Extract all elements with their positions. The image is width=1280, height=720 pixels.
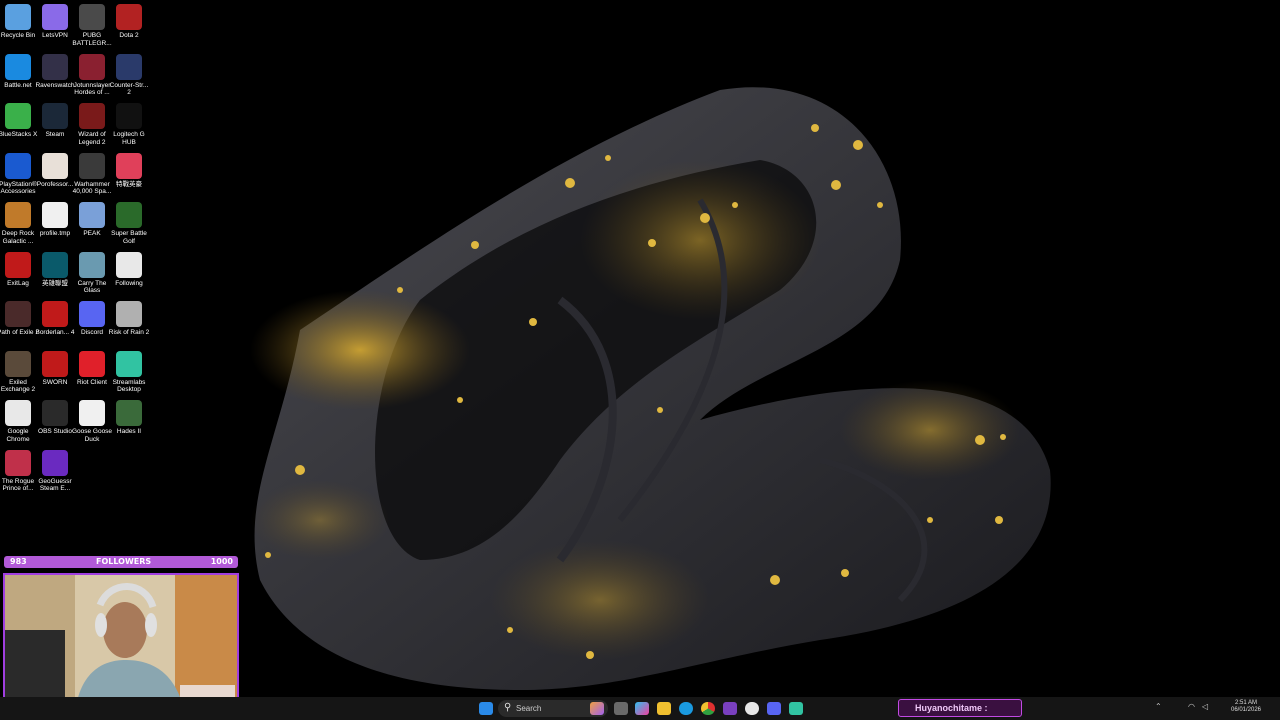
valorant-icon [116, 152, 142, 179]
windows-start-icon[interactable] [479, 702, 493, 715]
chrome-taskbar-icon[interactable] [701, 702, 715, 715]
exitlag-icon [5, 251, 31, 278]
copilot-app-icon[interactable] [635, 702, 649, 715]
desktop-icon-label: Streamlabs Desktop [112, 378, 146, 394]
desktop-icon-label: Dota 2 [119, 32, 139, 39]
discord-taskbar-icon[interactable] [767, 702, 781, 715]
desktop-icon-label: GeoGuessr Steam E... [38, 477, 72, 493]
steam-icon [42, 103, 68, 129]
goose-icon [79, 400, 105, 426]
file-explorer-icon[interactable] [657, 702, 671, 715]
riot-icon [79, 350, 105, 377]
logitech-icon [116, 103, 142, 129]
risk-of-rain-icon [116, 301, 142, 327]
clock[interactable]: 2:51 AM 06/01/2026 [1228, 700, 1264, 714]
exiled-exchange-icon [5, 350, 31, 377]
rogue-prince-icon [5, 449, 31, 476]
chat-username: Huyanochitame : [915, 703, 988, 713]
counter-strike-icon [116, 53, 142, 80]
desktop-icon-valorant[interactable]: 特戰英豪 [107, 152, 151, 189]
desktop-icon-counter-strike[interactable]: Counter-Str... 2 [107, 53, 151, 97]
xbox-icon[interactable] [745, 702, 759, 715]
desktop-icon-risk-of-rain[interactable]: Risk of Rain 2 [107, 301, 151, 337]
jotunnslayer-icon [79, 53, 105, 80]
webcam-feed [3, 573, 239, 711]
recycle-bin-icon [5, 4, 31, 30]
volume-icon[interactable]: ◁ [1202, 702, 1208, 711]
search-icon: ⚲ [504, 702, 512, 713]
bluestacks-icon [5, 103, 31, 129]
poe-icon [5, 301, 31, 327]
dota-icon [116, 4, 142, 30]
golf-icon [116, 202, 142, 228]
desktop-icon-label: Counter-Str... 2 [109, 81, 149, 97]
desktop-icon-label: Risk of Rain 2 [108, 329, 150, 336]
desktop-icon-label: Hades II [116, 428, 142, 435]
peak-icon [79, 202, 105, 228]
app-purple-icon[interactable] [723, 702, 737, 715]
discord-icon [79, 301, 105, 327]
warhammer-icon [79, 152, 105, 179]
geoguessr-icon [42, 449, 68, 476]
chrome-following-icon [116, 251, 142, 278]
follower-label: FOLLOWERS [96, 557, 152, 566]
follower-goal-bar: 983 FOLLOWERS 1000 [4, 556, 238, 568]
file-icon [42, 202, 68, 228]
follower-count: 983 [10, 557, 27, 566]
desktop-icon-logitech[interactable]: Logitech G HUB [107, 103, 151, 146]
ravenswatch-icon [42, 53, 68, 80]
chevron-up-icon[interactable]: ⌃ [1155, 702, 1162, 711]
hades-icon [116, 400, 142, 426]
borderlands-icon [42, 301, 68, 327]
system-tray[interactable]: ⌃ ◠ ◁ [1150, 702, 1230, 714]
desktop-icon-streamlabs[interactable]: Streamlabs Desktop [107, 350, 151, 394]
desktop-icon-dota[interactable]: Dota 2 [107, 4, 151, 40]
streamlabs-icon [116, 350, 142, 377]
desktop-icon-label: 特戰英豪 [116, 180, 142, 188]
desktop-icon-geoguessr[interactable]: GeoGuessr Steam E... [33, 449, 77, 493]
desktop-icon-label: Logitech G HUB [113, 131, 145, 146]
playstation-icon [5, 152, 31, 179]
copilot-icon[interactable] [590, 702, 604, 715]
desktop-icon-label: Super Battle Golf [111, 230, 147, 245]
wifi-icon[interactable]: ◠ [1188, 702, 1195, 711]
chrome-icon [5, 400, 31, 426]
sworn-icon [42, 350, 68, 377]
clock-time: 2:51 AM [1234, 700, 1257, 706]
desktop-icon-chrome-following[interactable]: Following [107, 251, 151, 288]
battlenet-icon [5, 53, 31, 80]
obs-icon [42, 400, 68, 426]
pubg-icon [79, 4, 105, 30]
chat-overlay: Huyanochitame : [898, 699, 1022, 717]
letsvpn-icon [42, 4, 68, 30]
clock-date: 06/01/2026 [1230, 707, 1262, 713]
wizard-of-legend-icon [79, 103, 105, 129]
league-icon [42, 251, 68, 278]
follower-goal: 1000 [210, 557, 233, 566]
desktop-icon-golf[interactable]: Super Battle Golf [107, 202, 151, 245]
search-placeholder: Search [516, 704, 542, 713]
streamlabs-taskbar-icon[interactable] [789, 702, 803, 715]
desktop-icon-hades[interactable]: Hades II [107, 400, 151, 436]
carry-glass-icon [79, 251, 105, 278]
porofessor-icon [42, 152, 68, 179]
desktop-icon-label: Following [115, 279, 143, 287]
task-view-icon[interactable] [614, 702, 628, 715]
edge-icon[interactable] [679, 702, 693, 715]
deep-rock-icon [5, 202, 31, 228]
